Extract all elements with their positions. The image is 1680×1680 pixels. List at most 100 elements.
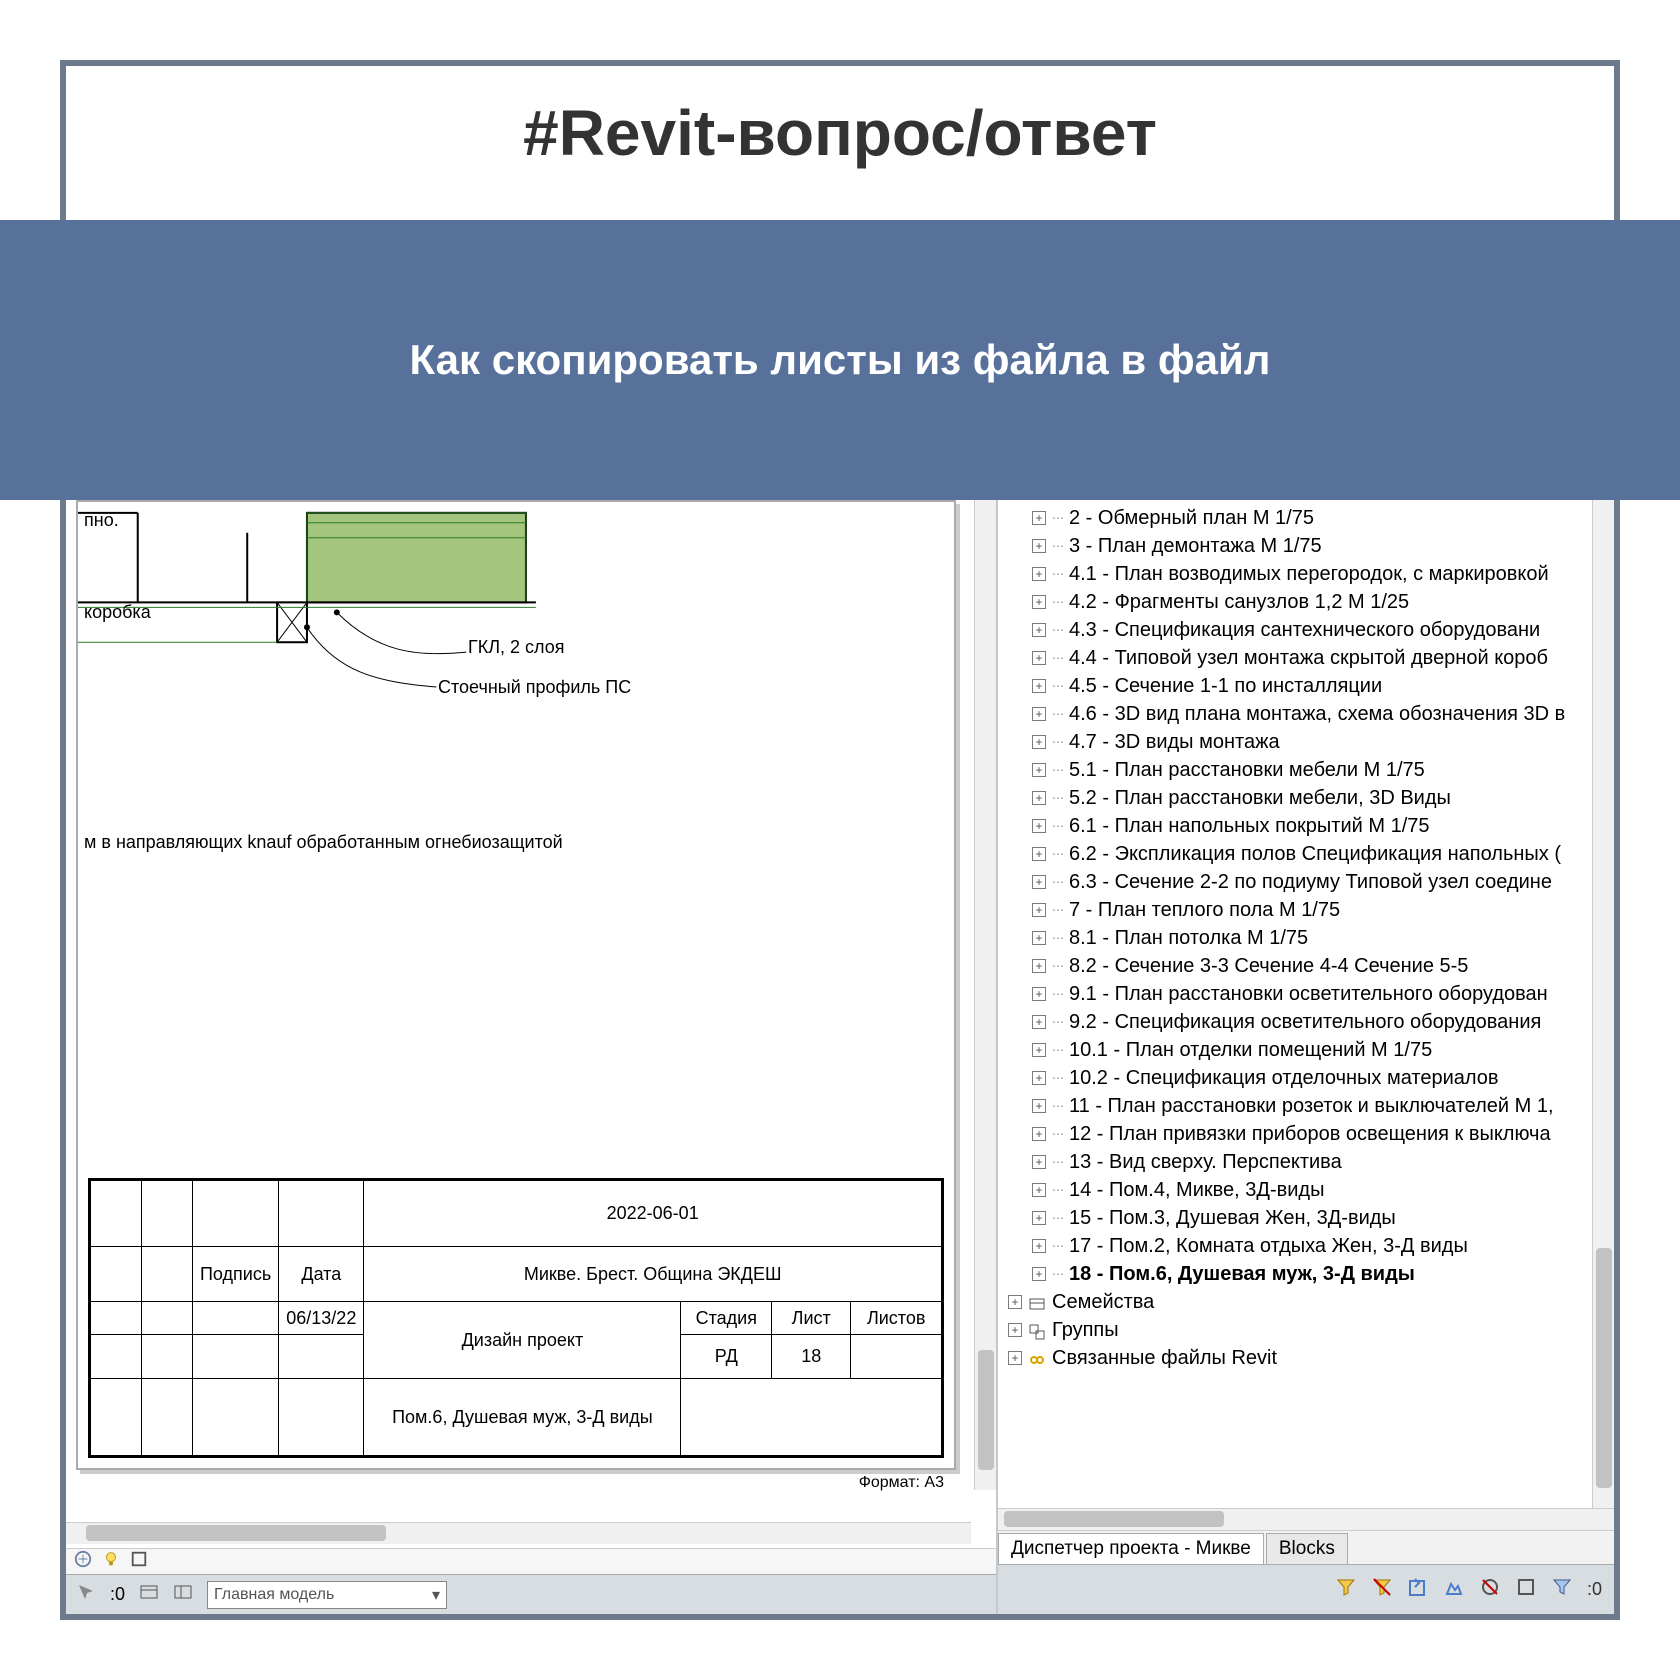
panel-icon-1[interactable] — [139, 1582, 159, 1607]
tree-sheet-item[interactable]: +⋯6.1 - План напольных покрытий М 1/75 — [1002, 812, 1614, 840]
tree-item-label: 4.3 - Спецификация сантехнического обору… — [1069, 616, 1540, 644]
tree-item-label: 6.1 - План напольных покрытий М 1/75 — [1069, 812, 1430, 840]
expander-icon[interactable]: + — [1032, 1155, 1046, 1169]
drawing-note-1: пно. — [84, 510, 119, 531]
tree-dots-icon: ⋯ — [1052, 728, 1063, 756]
expander-icon[interactable]: + — [1032, 595, 1046, 609]
filter-icon-2[interactable] — [1371, 1576, 1393, 1603]
filter-icon-6[interactable] — [1515, 1576, 1537, 1603]
funnel-icon[interactable] — [1551, 1576, 1573, 1603]
tree-sheet-item[interactable]: +⋯13 - Вид сверху. Перспектива — [1002, 1148, 1614, 1176]
tree-sheet-item[interactable]: +⋯4.1 - План возводимых перегородок, с м… — [1002, 560, 1614, 588]
tree-sheet-item[interactable]: +⋯5.2 - План расстановки мебели, 3D Виды — [1002, 784, 1614, 812]
tree-item-label: 3 - План демонтажа М 1/75 — [1069, 532, 1322, 560]
tree-sheet-item[interactable]: +⋯8.2 - Сечение 3-3 Сечение 4-4 Сечение … — [1002, 952, 1614, 980]
expander-icon[interactable]: + — [1032, 1183, 1046, 1197]
nav-wheel-icon[interactable] — [74, 1550, 92, 1573]
tab-project-browser[interactable]: Диспетчер проекта - Микве — [998, 1533, 1264, 1564]
callout-gkl: ГКЛ, 2 слоя — [468, 637, 565, 658]
tree-item-label: 4.4 - Типовой узел монтажа скрытой дверн… — [1069, 644, 1548, 672]
tab-blocks[interactable]: Blocks — [1266, 1533, 1348, 1564]
expander-icon[interactable]: + — [1032, 959, 1046, 973]
expander-icon[interactable]: + — [1008, 1295, 1022, 1309]
sheet-canvas[interactable]: пно. коробка ГКЛ, 2 слоя Стоечный профил… — [66, 500, 996, 1614]
expander-icon[interactable]: + — [1032, 931, 1046, 945]
filter-icon-3[interactable] — [1407, 1576, 1429, 1603]
expander-icon[interactable]: + — [1032, 567, 1046, 581]
workset-dropdown[interactable]: Главная модель ▾ — [207, 1581, 447, 1609]
tree-sheet-item[interactable]: +⋯9.1 - План расстановки осветительного … — [1002, 980, 1614, 1008]
tb-sheet-hdr: Лист — [772, 1302, 851, 1335]
tree-root-item[interactable]: +Группы — [1002, 1316, 1614, 1344]
expander-icon[interactable]: + — [1032, 847, 1046, 861]
canvas-hscroll[interactable] — [66, 1522, 971, 1544]
select-icon[interactable] — [76, 1582, 96, 1607]
tree-sheet-item[interactable]: +⋯7 - План теплого пола М 1/75 — [1002, 896, 1614, 924]
tree-sheet-item[interactable]: +⋯4.6 - 3D вид плана монтажа, схема обоз… — [1002, 700, 1614, 728]
filter-icon-5[interactable] — [1479, 1576, 1501, 1603]
expander-icon[interactable]: + — [1008, 1351, 1022, 1365]
tree-item-label: 4.5 - Сечение 1-1 по инсталляции — [1069, 672, 1382, 700]
tree-sheet-item[interactable]: +⋯10.1 - План отделки помещений М 1/75 — [1002, 1036, 1614, 1064]
tree-sheet-item[interactable]: +⋯4.2 - Фрагменты санузлов 1,2 М 1/25 — [1002, 588, 1614, 616]
browser-vscroll[interactable] — [1592, 500, 1614, 1508]
expander-icon[interactable]: + — [1032, 707, 1046, 721]
tree-sheet-item[interactable]: +⋯2 - Обмерный план М 1/75 — [1002, 504, 1614, 532]
expander-icon[interactable]: + — [1032, 819, 1046, 833]
browser-hscroll[interactable] — [998, 1508, 1614, 1530]
tree-sheet-item[interactable]: +⋯4.4 - Типовой узел монтажа скрытой две… — [1002, 644, 1614, 672]
filter-icon-4[interactable] — [1443, 1576, 1465, 1603]
tree-root-item[interactable]: +Связанные файлы Revit — [1002, 1344, 1614, 1372]
tree-dots-icon: ⋯ — [1052, 1036, 1063, 1064]
tree-sheet-item[interactable]: +⋯10.2 - Спецификация отделочных материа… — [1002, 1064, 1614, 1092]
tree-sheet-item[interactable]: +⋯5.1 - План расстановки мебели М 1/75 — [1002, 756, 1614, 784]
expander-icon[interactable]: + — [1032, 511, 1046, 525]
tree-sheet-item[interactable]: +⋯18 - Пом.6, Душевая муж, 3-Д виды — [1002, 1260, 1614, 1288]
expander-icon[interactable]: + — [1032, 1267, 1046, 1281]
browser-tree[interactable]: +⋯2 - Обмерный план М 1/75+⋯3 - План дем… — [998, 500, 1614, 1508]
expander-icon[interactable]: + — [1032, 763, 1046, 777]
tree-sheet-item[interactable]: +⋯4.5 - Сечение 1-1 по инсталляции — [1002, 672, 1614, 700]
hscroll-thumb[interactable] — [86, 1525, 386, 1541]
expander-icon[interactable]: + — [1032, 679, 1046, 693]
tree-sheet-item[interactable]: +⋯8.1 - План потолка М 1/75 — [1002, 924, 1614, 952]
expander-icon[interactable]: + — [1032, 987, 1046, 1001]
expander-icon[interactable]: + — [1032, 875, 1046, 889]
tree-sheet-item[interactable]: +⋯4.7 - 3D виды монтажа — [1002, 728, 1614, 756]
tree-sheet-item[interactable]: +⋯6.2 - Экспликация полов Спецификация н… — [1002, 840, 1614, 868]
expander-icon[interactable]: + — [1032, 1211, 1046, 1225]
browser-vscroll-thumb[interactable] — [1596, 1248, 1612, 1488]
expander-icon[interactable]: + — [1032, 1043, 1046, 1057]
expander-icon[interactable]: + — [1032, 903, 1046, 917]
drawing-sheet[interactable]: пно. коробка ГКЛ, 2 слоя Стоечный профил… — [76, 500, 956, 1470]
tree-sheet-item[interactable]: +⋯17 - Пом.2, Комната отдыха Жен, 3-Д ви… — [1002, 1232, 1614, 1260]
subtitle-text: Как скопировать листы из файла в файл — [410, 336, 1271, 384]
tree-sheet-item[interactable]: +⋯4.3 - Спецификация сантехнического обо… — [1002, 616, 1614, 644]
tree-sheet-item[interactable]: +⋯11 - План расстановки розеток и выключ… — [1002, 1092, 1614, 1120]
vscroll-thumb[interactable] — [978, 1350, 994, 1470]
filter-icon-1[interactable] — [1335, 1576, 1357, 1603]
lightbulb-icon[interactable] — [102, 1550, 120, 1573]
expander-icon[interactable]: + — [1032, 791, 1046, 805]
expander-icon[interactable]: + — [1032, 735, 1046, 749]
tree-sheet-item[interactable]: +⋯15 - Пом.3, Душевая Жен, 3Д-виды — [1002, 1204, 1614, 1232]
panel-icon-2[interactable] — [173, 1582, 193, 1607]
tree-root-item[interactable]: +Семейства — [1002, 1288, 1614, 1316]
expander-icon[interactable]: + — [1032, 651, 1046, 665]
expander-icon[interactable]: + — [1032, 1015, 1046, 1029]
expander-icon[interactable]: + — [1008, 1323, 1022, 1337]
expander-icon[interactable]: + — [1032, 623, 1046, 637]
browser-hscroll-thumb[interactable] — [1004, 1511, 1224, 1527]
expander-icon[interactable]: + — [1032, 539, 1046, 553]
crop-icon[interactable] — [130, 1550, 148, 1573]
tree-sheet-item[interactable]: +⋯14 - Пом.4, Микве, 3Д-виды — [1002, 1176, 1614, 1204]
canvas-vscroll[interactable] — [974, 500, 996, 1490]
tree-sheet-item[interactable]: +⋯3 - План демонтажа М 1/75 — [1002, 532, 1614, 560]
tree-sheet-item[interactable]: +⋯12 - План привязки приборов освещения … — [1002, 1120, 1614, 1148]
expander-icon[interactable]: + — [1032, 1099, 1046, 1113]
expander-icon[interactable]: + — [1032, 1239, 1046, 1253]
tree-sheet-item[interactable]: +⋯9.2 - Спецификация осветительного обор… — [1002, 1008, 1614, 1036]
tree-sheet-item[interactable]: +⋯6.3 - Сечение 2-2 по подиуму Типовой у… — [1002, 868, 1614, 896]
expander-icon[interactable]: + — [1032, 1071, 1046, 1085]
expander-icon[interactable]: + — [1032, 1127, 1046, 1141]
